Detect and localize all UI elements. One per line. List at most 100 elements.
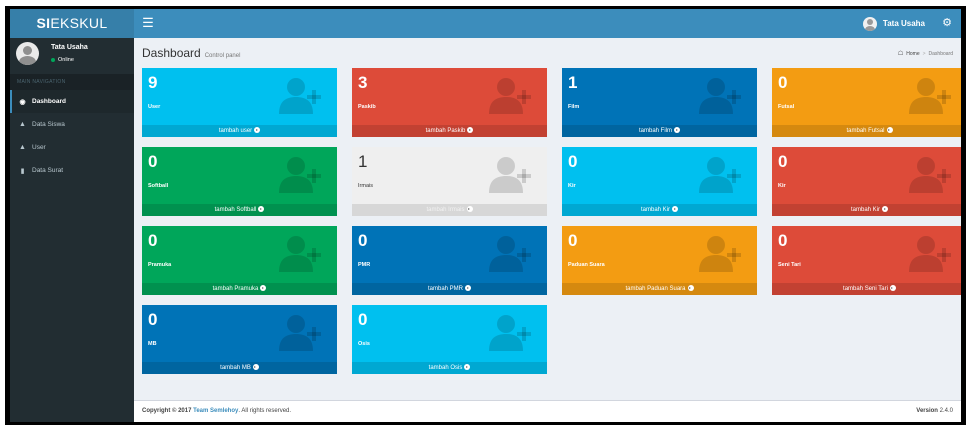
app-window: SIEKSKUL ☰ Tata Usaha ⚙ Tata Usaha Onlin… [10,9,961,422]
user-plus-icon [489,315,531,351]
more-info-link[interactable]: tambah Pramuka [142,283,337,295]
user-plus-icon [489,78,531,114]
more-info-link[interactable]: tambah user [142,125,337,137]
more-info-link[interactable]: tambah Osis [352,362,547,374]
more-info-label: tambah Futsal [846,128,885,134]
arrow-circle-right-icon [672,206,678,212]
more-info-link[interactable]: tambah Futsal [772,125,961,137]
more-info-link[interactable]: tambah Film [562,125,757,137]
user-plus-icon [279,78,321,114]
info-box-label: Kir [568,183,576,189]
gears-icon[interactable]: ⚙ [942,16,952,30]
sidebar-item-user[interactable]: ▲ User [10,136,134,159]
info-box-label: Softball [148,183,169,189]
page-title: Dashboard Control panel [142,46,240,60]
arrow-circle-right-icon [889,285,896,291]
info-box: 3 Paskib tambah Paskib [352,68,547,137]
user-icon: ▲ [19,121,26,128]
arrow-circle-right-icon [258,206,265,212]
info-box-count: 3 [358,73,368,92]
more-info-link[interactable]: tambah Kir [562,204,757,216]
more-info-link[interactable]: tambah Softball [142,204,337,216]
user-plus-icon [909,78,951,114]
page-title-text: Dashboard [142,46,201,60]
user-plus-icon [909,157,951,193]
team-link[interactable]: Team Semlehoy [193,408,238,414]
copyright: Copyright © 2017 Team Semlehoy. All righ… [142,408,291,414]
more-info-label: tambah Pramuka [212,286,259,292]
status-label: Online [58,57,74,63]
more-info-link[interactable]: tambah Kir [772,204,961,216]
user-status: Online [51,57,74,63]
logo[interactable]: SIEKSKUL [10,9,134,38]
more-info-label: tambah PMR [427,286,463,292]
more-info-link[interactable]: tambah PMR [352,283,547,295]
sidebar-item-label: Data Siswa [32,121,65,128]
info-box-count: 0 [358,310,368,329]
info-box: 0 Kir tambah Kir [772,147,961,216]
content-wrapper: Dashboard Control panel ☖ Home > Dashboar… [134,38,961,400]
sidebar-item-label: Dashboard [32,98,66,105]
version-label: Version [916,408,938,414]
info-box: 0 Pramuka tambah Pramuka [142,226,337,295]
home-icon: ☖ [897,51,904,57]
more-info-link[interactable]: tambah Paskib [352,125,547,137]
info-box: 0 MB tambah MB [142,305,337,374]
info-box-label: Paduan Suara [568,262,605,268]
avatar-icon [862,16,877,31]
copyright-text: Copyright © 2017 [142,408,192,414]
info-box-label: Irmais [358,183,373,189]
arrow-circle-right-icon [467,127,474,133]
sidebar-item-dashboard[interactable]: ◉ Dashboard [10,90,134,113]
more-info-link[interactable]: tambah MB [142,362,337,374]
user-plus-icon [279,236,321,272]
info-box-count: 0 [778,152,788,171]
more-info-link[interactable]: tambah Irmais [352,204,547,216]
sidebar-item-data-siswa[interactable]: ▲ Data Siswa [10,113,134,136]
user-plus-icon [699,157,741,193]
avatar [16,42,39,65]
logo-bold: SI [36,15,51,31]
info-box: 1 Irmais tambah Irmais [352,147,547,216]
info-box-label: MB [148,341,157,347]
arrow-circle-right-icon [254,127,261,133]
info-box-count: 0 [568,231,578,250]
sidebar-user-name: Tata Usaha [51,44,88,51]
more-info-label: tambah Kir [640,207,670,213]
user-plus-icon [279,157,321,193]
info-box-count: 1 [358,152,368,171]
main-nav-header: MAIN NAVIGATION [10,74,134,90]
arrow-circle-right-icon [260,285,267,291]
sidebar-item-data-surat[interactable]: ▮ Data Surat [10,159,134,182]
user-plus-icon [699,236,741,272]
arrow-circle-right-icon [464,364,471,370]
info-box-count: 0 [568,152,578,171]
arrow-circle-right-icon [886,127,893,133]
more-info-link[interactable]: tambah Seni Tari [772,283,961,295]
main-header: SIEKSKUL ☰ Tata Usaha ⚙ [10,9,961,38]
info-box-label: Futsal [778,104,795,110]
user-menu[interactable]: Tata Usaha [862,14,925,33]
page-subtitle: Control panel [204,53,241,59]
arrow-circle-right-icon [465,285,471,291]
info-boxes: 9 User tambah user 3 Paskib tambah Paskib 1 Fil… [142,68,961,378]
online-dot-icon [51,58,55,62]
logo-rest: EKSKUL [50,15,108,31]
info-box-label: Film [568,104,580,110]
info-box: 0 Softball tambah Softball [142,147,337,216]
info-box-count: 0 [148,310,158,329]
info-box-label: Kir [778,183,786,189]
main-footer: Copyright © 2017 Team Semlehoy. All righ… [134,400,961,422]
breadcrumb-home[interactable]: Home [906,51,919,57]
sidebar-item-label: Data Surat [32,167,64,174]
info-box-count: 9 [148,73,158,92]
breadcrumb-separator: > [922,50,926,57]
info-box: 0 Seni Tari tambah Seni Tari [772,226,961,295]
menu-icon[interactable]: ☰ [141,15,155,31]
more-info-link[interactable]: tambah Paduan Suara [562,283,757,295]
info-box: 0 Osis tambah Osis [352,305,547,374]
info-box: 1 Film tambah Film [562,68,757,137]
breadcrumb: ☖ Home > Dashboard [897,50,953,58]
dashboard-icon: ◉ [19,98,26,106]
info-box-label: User [148,104,161,110]
